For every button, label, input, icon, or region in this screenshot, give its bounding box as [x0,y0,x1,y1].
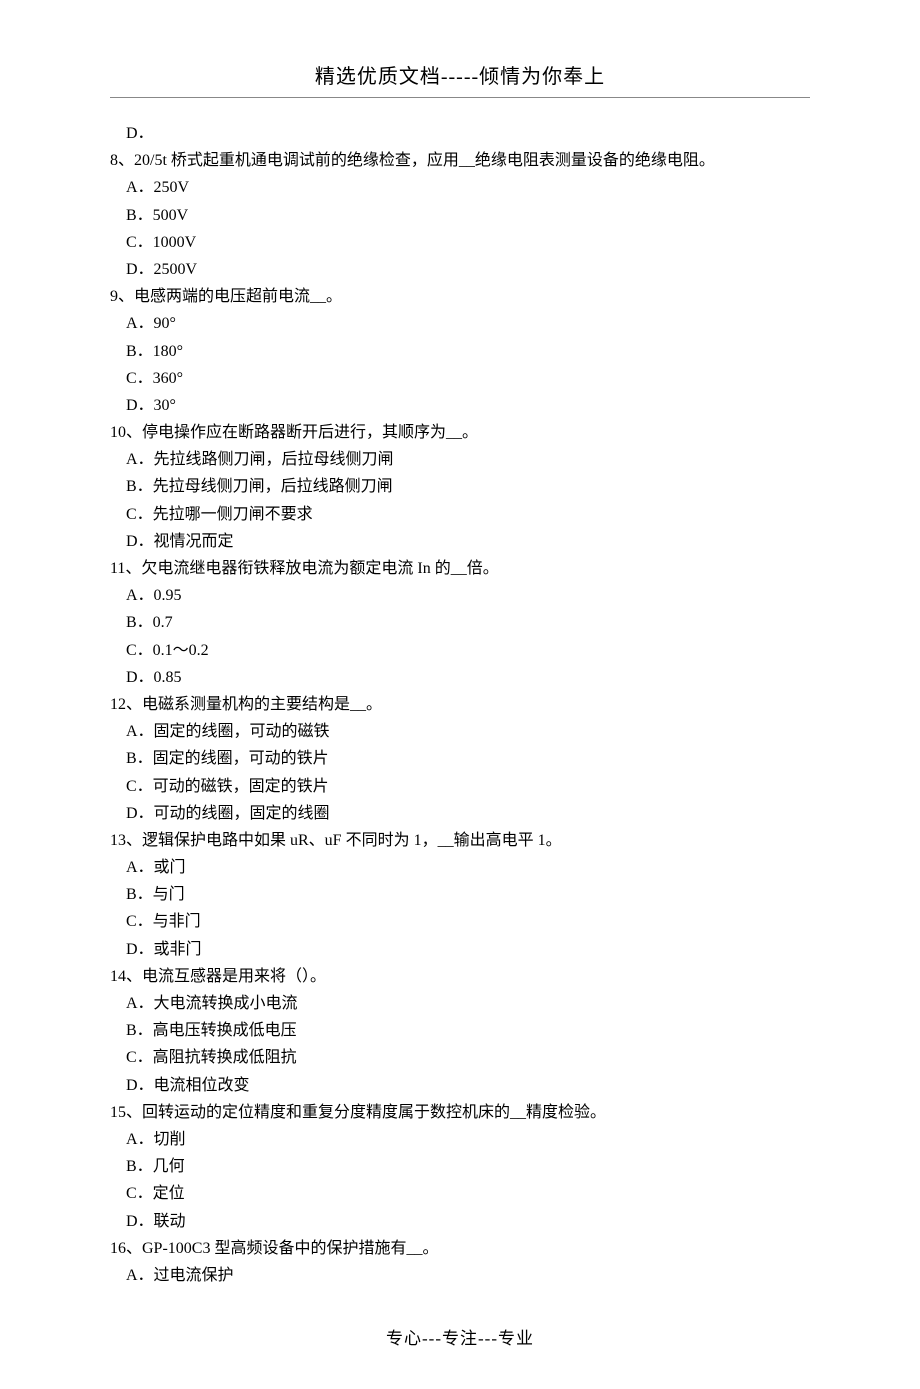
option-line: B．180° [110,338,810,365]
question-line: 14、电流互感器是用来将（）。 [110,963,810,990]
option-line: D．电流相位改变 [110,1072,810,1099]
question-line: 16、GP-100C3 型高频设备中的保护措施有__。 [110,1235,810,1262]
question-line: 10、停电操作应在断路器断开后进行，其顺序为__。 [110,419,810,446]
question-line: 11、欠电流继电器衔铁释放电流为额定电流 In 的__倍。 [110,555,810,582]
option-line: A．90° [110,310,810,337]
option-line: C．先拉哪一侧刀闸不要求 [110,501,810,528]
option-line: B．与门 [110,881,810,908]
option-line: D．可动的线圈，固定的线圈 [110,800,810,827]
page: 精选优质文档-----倾情为你奉上 D．8、20/5t 桥式起重机通电调试前的绝… [0,0,920,1389]
option-line: D．视情况而定 [110,528,810,555]
exam-content: D．8、20/5t 桥式起重机通电调试前的绝缘检查，应用__绝缘电阻表测量设备的… [110,120,810,1289]
option-line: D． [110,120,810,147]
question-line: 8、20/5t 桥式起重机通电调试前的绝缘检查，应用__绝缘电阻表测量设备的绝缘… [110,147,810,174]
option-line: D．或非门 [110,936,810,963]
option-line: C．1000V [110,229,810,256]
option-line: C．可动的磁铁，固定的铁片 [110,773,810,800]
option-line: B．500V [110,202,810,229]
option-line: B．高电压转换成低电压 [110,1017,810,1044]
option-line: B．几何 [110,1153,810,1180]
option-line: C．高阻抗转换成低阻抗 [110,1044,810,1071]
option-line: A．0.95 [110,582,810,609]
page-header: 精选优质文档-----倾情为你奉上 [110,60,810,98]
option-line: B．0.7 [110,609,810,636]
option-line: D．联动 [110,1208,810,1235]
option-line: D．2500V [110,256,810,283]
option-line: C．定位 [110,1180,810,1207]
question-line: 9、电感两端的电压超前电流__。 [110,283,810,310]
question-line: 12、电磁系测量机构的主要结构是__。 [110,691,810,718]
option-line: A．固定的线圈，可动的磁铁 [110,718,810,745]
question-line: 15、回转运动的定位精度和重复分度精度属于数控机床的__精度检验。 [110,1099,810,1126]
question-line: 13、逻辑保护电路中如果 uR、uF 不同时为 1，__输出高电平 1。 [110,827,810,854]
option-line: A．250V [110,174,810,201]
option-line: A．切削 [110,1126,810,1153]
option-line: D．0.85 [110,664,810,691]
page-footer: 专心---专注---专业 [110,1324,810,1349]
option-line: B．固定的线圈，可动的铁片 [110,745,810,772]
option-line: A．过电流保护 [110,1262,810,1289]
option-line: A．或门 [110,854,810,881]
option-line: D．30° [110,392,810,419]
option-line: C．360° [110,365,810,392]
option-line: A．先拉线路侧刀闸，后拉母线侧刀闸 [110,446,810,473]
option-line: C．与非门 [110,908,810,935]
option-line: B．先拉母线侧刀闸，后拉线路侧刀闸 [110,473,810,500]
option-line: C．0.1～0.2 [110,637,810,664]
option-line: A．大电流转换成小电流 [110,990,810,1017]
